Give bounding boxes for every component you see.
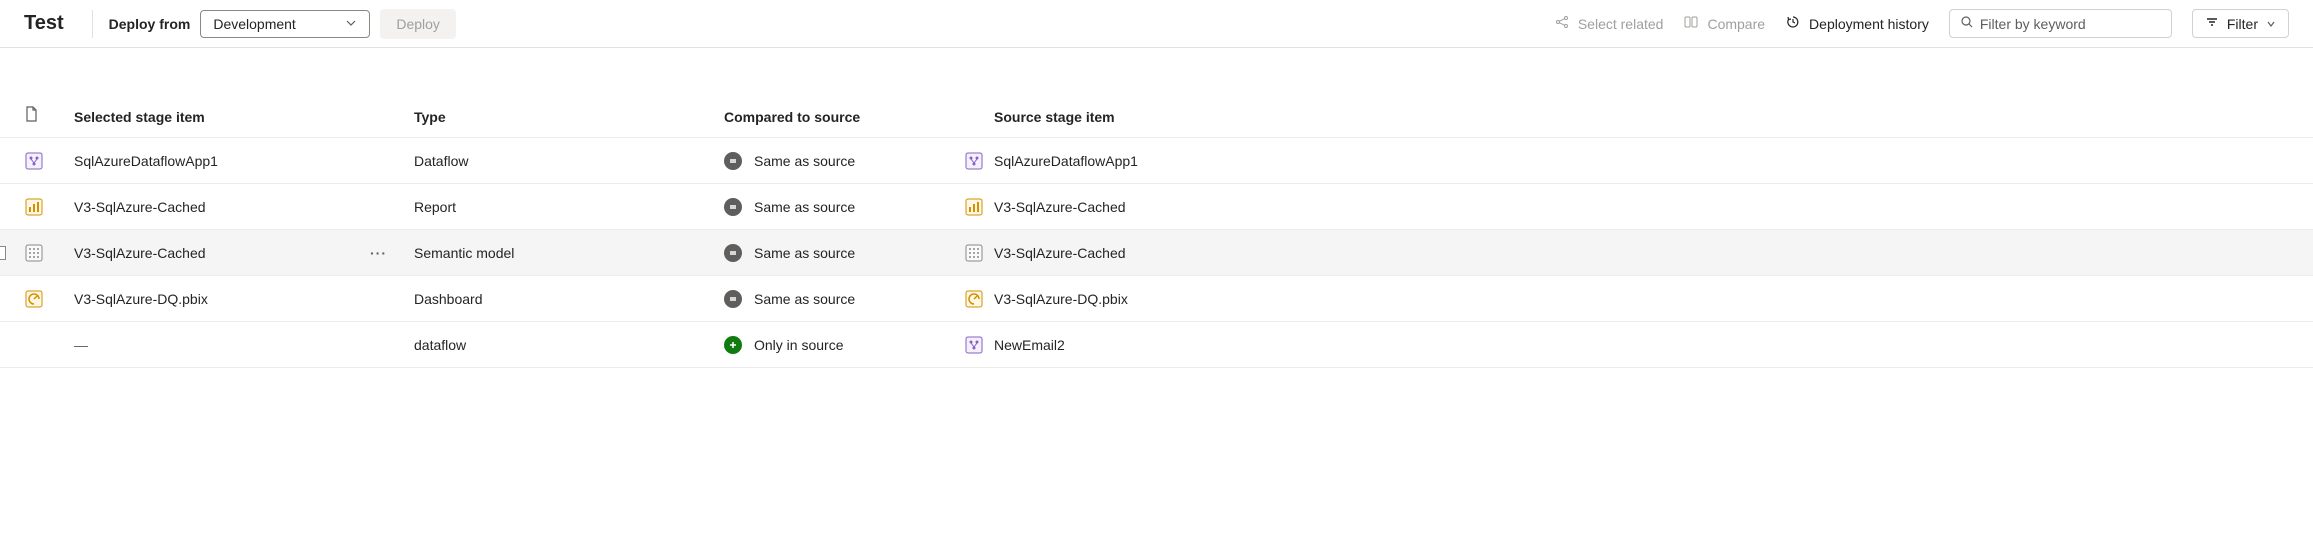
item-type-icon <box>24 243 44 263</box>
filter-icon <box>2205 15 2219 32</box>
deployment-history-label: Deployment history <box>1809 16 1929 32</box>
page-title: Test <box>24 12 64 35</box>
compare-label: Compare <box>1707 16 1765 32</box>
table-row[interactable]: V3-SqlAzure-Cached Report Same as source… <box>0 184 2313 230</box>
more-options-button[interactable]: ··· <box>370 245 387 261</box>
item-type: Semantic model <box>414 245 724 261</box>
source-item-name: V3-SqlAzure-Cached <box>994 245 2289 261</box>
selected-item-name: V3-SqlAzure-Cached <box>74 245 414 261</box>
history-icon <box>1785 14 1801 33</box>
same-as-source-icon <box>724 244 742 262</box>
search-input[interactable] <box>1980 16 2161 32</box>
header-type[interactable]: Type <box>414 109 724 125</box>
item-type-icon <box>24 197 44 217</box>
toolbar-actions: Select related Compare Deployment histor… <box>1554 9 2289 38</box>
status-label: Same as source <box>754 291 855 307</box>
item-type-icon <box>24 151 44 171</box>
header-selected[interactable]: Selected stage item <box>74 109 414 125</box>
table-row[interactable]: V3-SqlAzure-Cached Semantic model Same a… <box>0 230 2313 276</box>
comparison-status: Same as source <box>724 152 964 170</box>
item-type-icon <box>24 289 44 309</box>
compare-button[interactable]: Compare <box>1683 14 1765 33</box>
table-header: Selected stage item Type Compared to sou… <box>0 48 2313 138</box>
same-as-source-icon <box>724 198 742 216</box>
comparison-status: Same as source <box>724 290 964 308</box>
stage-dropdown[interactable]: Development <box>200 10 370 38</box>
only-in-source-icon <box>724 336 742 354</box>
compare-icon <box>1683 14 1699 33</box>
select-related-label: Select related <box>1578 16 1664 32</box>
selected-item-name: V3-SqlAzure-DQ.pbix <box>74 291 414 307</box>
item-type: Dataflow <box>414 153 724 169</box>
status-label: Same as source <box>754 245 855 261</box>
document-icon <box>24 106 38 122</box>
deployment-history-button[interactable]: Deployment history <box>1785 14 1929 33</box>
chevron-down-icon <box>345 16 357 32</box>
selected-item-name: SqlAzureDataflowApp1 <box>74 153 414 169</box>
selected-item-name: V3-SqlAzure-Cached <box>74 199 414 215</box>
share-icon <box>1554 14 1570 33</box>
source-type-icon <box>964 151 984 171</box>
same-as-source-icon <box>724 290 742 308</box>
comparison-status: Only in source <box>724 336 964 354</box>
item-type-icon <box>24 335 44 355</box>
selected-item-name: — <box>74 337 414 353</box>
status-label: Same as source <box>754 153 855 169</box>
source-type-icon <box>964 335 984 355</box>
table-row[interactable]: SqlAzureDataflowApp1 Dataflow Same as so… <box>0 138 2313 184</box>
search-icon <box>1960 15 1974 32</box>
chevron-down-icon <box>2266 16 2276 32</box>
table-row[interactable]: V3-SqlAzure-DQ.pbix Dashboard Same as so… <box>0 276 2313 322</box>
comparison-status: Same as source <box>724 244 964 262</box>
source-item-name: SqlAzureDataflowApp1 <box>994 153 2289 169</box>
filter-button[interactable]: Filter <box>2192 9 2289 38</box>
source-item-name: V3-SqlAzure-Cached <box>994 199 2289 215</box>
comparison-status: Same as source <box>724 198 964 216</box>
divider <box>92 10 93 38</box>
toolbar: Test Deploy from Development Deploy Sele… <box>0 0 2313 48</box>
deploy-button[interactable]: Deploy <box>380 9 456 39</box>
item-type: Dashboard <box>414 291 724 307</box>
source-item-name: V3-SqlAzure-DQ.pbix <box>994 291 2289 307</box>
select-related-button[interactable]: Select related <box>1554 14 1664 33</box>
search-input-wrapper[interactable] <box>1949 9 2172 38</box>
status-label: Only in source <box>754 337 843 353</box>
items-table: Selected stage item Type Compared to sou… <box>0 48 2313 368</box>
header-compared[interactable]: Compared to source <box>724 109 964 125</box>
header-icon-col <box>24 106 74 125</box>
table-row[interactable]: — dataflow Only in source NewEmail2 <box>0 322 2313 368</box>
header-source[interactable]: Source stage item <box>994 109 2289 125</box>
filter-label: Filter <box>2227 16 2258 32</box>
item-type: Report <box>414 199 724 215</box>
deploy-controls: Deploy from Development Deploy <box>109 9 456 39</box>
source-type-icon <box>964 243 984 263</box>
row-checkbox[interactable] <box>0 246 6 260</box>
source-item-name: NewEmail2 <box>994 337 2289 353</box>
item-type: dataflow <box>414 337 724 353</box>
source-type-icon <box>964 289 984 309</box>
deploy-from-label: Deploy from <box>109 16 191 32</box>
dropdown-value: Development <box>213 16 296 32</box>
source-type-icon <box>964 197 984 217</box>
same-as-source-icon <box>724 152 742 170</box>
status-label: Same as source <box>754 199 855 215</box>
